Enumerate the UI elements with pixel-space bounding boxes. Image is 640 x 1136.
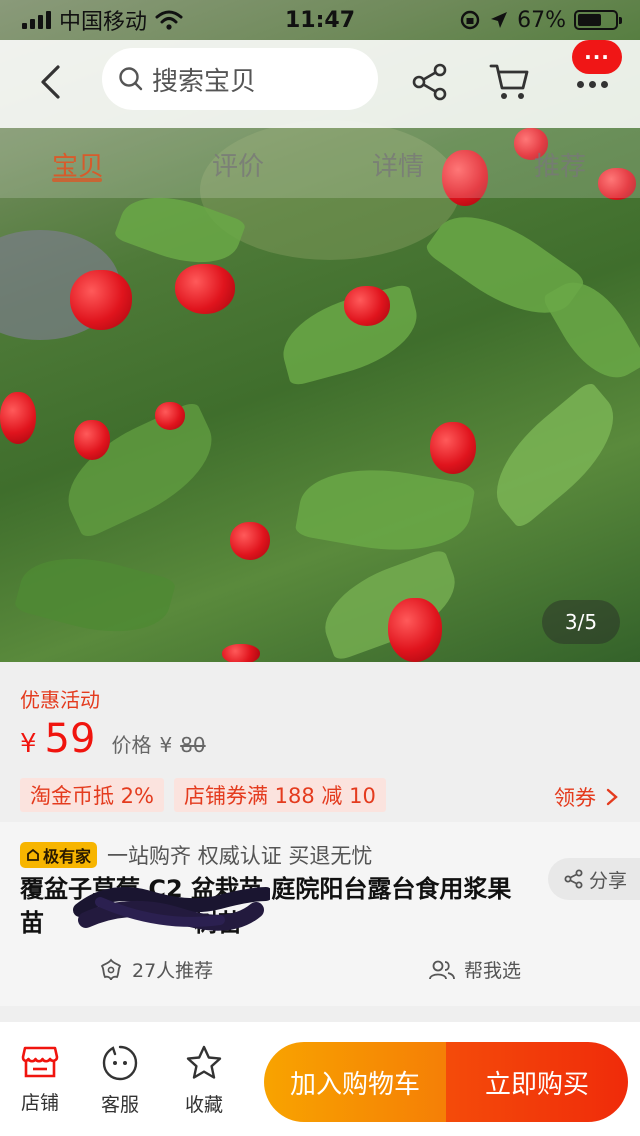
service-label: 客服: [100, 1094, 139, 1116]
search-input[interactable]: 搜索宝贝: [102, 48, 378, 110]
price-row: ¥ 59 价格 ¥ 80: [20, 716, 206, 762]
share-label: 分享: [589, 869, 628, 892]
brand-badge-row: 极有家 一站购齐 权威认证 买退无忧: [20, 840, 372, 870]
battery-icon: [574, 10, 622, 30]
home-icon: [27, 848, 39, 861]
service-icon: [102, 1045, 138, 1081]
tab-details[interactable]: 详情: [372, 146, 424, 183]
chevron-right-icon: [606, 788, 618, 806]
badge-description: 一站购齐 权威认证 买退无忧: [107, 844, 373, 868]
cart-icon[interactable]: [488, 58, 532, 106]
message-badge[interactable]: ···: [572, 40, 622, 74]
star-icon: [186, 1045, 222, 1079]
favorite-button[interactable]: 收藏: [174, 1044, 234, 1117]
add-to-cart-button[interactable]: 加入购物车: [264, 1042, 446, 1122]
signal-icon: [22, 11, 51, 29]
back-arrow-icon[interactable]: [28, 58, 72, 106]
help-choose[interactable]: 帮我选: [428, 956, 521, 983]
help-choose-label: 帮我选: [464, 960, 522, 982]
people-icon: [429, 960, 455, 979]
active-tab-indicator: [52, 178, 102, 182]
share-button[interactable]: 分享: [548, 858, 640, 900]
share-icon[interactable]: [408, 58, 452, 106]
tab-reviews[interactable]: 评价: [212, 146, 264, 183]
section-tabs: 宝贝 评价 详情 推荐: [0, 128, 640, 198]
status-bar: 中国移动 11:47 67%: [0, 0, 640, 40]
store-coupon-chip[interactable]: 店铺券满 188 减 10: [174, 778, 386, 812]
shop-label: 店铺: [20, 1092, 59, 1114]
bottom-action-bar: 店铺 客服 收藏 加入购物车 立即购买: [0, 1022, 640, 1136]
tab-recommend[interactable]: 推荐: [534, 146, 586, 183]
recommend-count-label: 27人推荐: [132, 960, 214, 982]
original-currency: ¥: [159, 733, 173, 757]
more-icon[interactable]: [570, 72, 614, 96]
lock-rotation-icon: [460, 10, 480, 30]
share-small-icon: [564, 869, 583, 889]
original-price: 80: [180, 733, 206, 757]
claim-coupon-label: 领券: [554, 786, 596, 810]
promo-title: 优惠活动: [20, 688, 100, 712]
coin-discount-chip[interactable]: 淘金币抵 2%: [20, 778, 164, 812]
currency-symbol: ¥: [20, 729, 37, 759]
clock: 11:47: [284, 7, 356, 33]
shop-button[interactable]: 店铺: [10, 1044, 70, 1115]
wifi-icon: [155, 10, 183, 30]
image-pager: 3/5: [542, 600, 620, 644]
location-icon: [491, 12, 508, 28]
buy-now-button[interactable]: 立即购买: [446, 1042, 628, 1122]
customer-service-button[interactable]: 客服: [90, 1044, 150, 1117]
search-placeholder: 搜索宝贝: [152, 66, 257, 97]
claim-coupon-link[interactable]: 领券: [554, 782, 618, 812]
recommend-count[interactable]: 27人推荐: [98, 956, 213, 983]
top-navigation: 搜索宝贝 ···: [0, 40, 640, 128]
battery-percent: 67%: [517, 7, 566, 33]
carrier-label: 中国移动: [59, 10, 148, 35]
redaction-scribble: [73, 887, 270, 931]
promo-chips: 淘金币抵 2% 店铺券满 188 减 10: [20, 778, 386, 812]
flower-icon: [100, 958, 122, 980]
search-icon: [119, 67, 143, 91]
favorite-label: 收藏: [184, 1094, 223, 1116]
current-price: 59: [44, 716, 96, 762]
jiyoujia-badge[interactable]: 极有家: [20, 842, 98, 868]
promo-section: 优惠活动 ¥ 59 价格 ¥ 80 淘金币抵 2% 店铺券满 188 减 10 …: [0, 662, 640, 822]
shop-icon: [21, 1046, 59, 1078]
original-price-label: 价格: [111, 733, 152, 757]
badge-label: 极有家: [43, 847, 92, 866]
